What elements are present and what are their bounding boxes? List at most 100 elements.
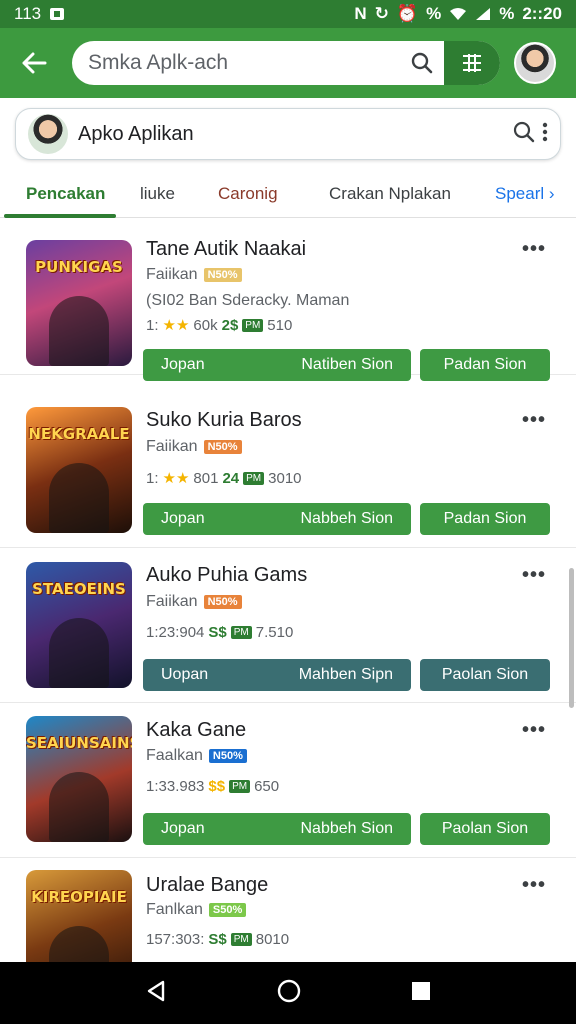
install-button-group[interactable]: Uopan Mahben Sipn bbox=[143, 659, 411, 691]
search-input[interactable]: Smka Aplk-ach bbox=[72, 51, 400, 75]
search-bar[interactable]: Smka Aplk-ach bbox=[72, 41, 500, 85]
nav-back-button[interactable] bbox=[145, 980, 167, 1007]
more-options-button[interactable]: ••• bbox=[522, 564, 546, 587]
app-bar: Smka Aplk-ach bbox=[0, 28, 576, 98]
version-button[interactable]: Nabbeh Sion bbox=[300, 510, 393, 528]
item-meta: 157:303: S$ PM 8010 bbox=[146, 931, 289, 948]
more-options-button[interactable]: ••• bbox=[522, 719, 546, 742]
discount-badge: S50% bbox=[208, 903, 247, 917]
item-title[interactable]: Suko Kuria Baros bbox=[146, 409, 302, 432]
search-icon bbox=[513, 121, 535, 142]
open-button[interactable]: Jopan bbox=[161, 510, 205, 528]
list-item[interactable]: STAEOEINS Auko Puhia Gams Faiikan N50% 1… bbox=[0, 548, 576, 703]
back-button[interactable] bbox=[14, 43, 54, 83]
square-recents-icon bbox=[412, 981, 430, 1000]
item-title[interactable]: Kaka Gane bbox=[146, 719, 246, 742]
card-search-button[interactable] bbox=[512, 120, 536, 149]
wifi-icon bbox=[450, 8, 467, 20]
tab-spearl[interactable]: Spearl › bbox=[495, 170, 555, 218]
app-header-card: Apko Aplikan bbox=[15, 108, 561, 160]
open-button[interactable]: Jopan bbox=[161, 356, 205, 374]
battery-percent-icon: % bbox=[499, 4, 515, 23]
list-item[interactable]: PUNKIGAS Tane Autik Naakai Faiikan N50% … bbox=[0, 220, 576, 381]
circle-home-icon bbox=[277, 979, 301, 1002]
arrow-left-icon bbox=[22, 52, 47, 74]
item-meta: 1: ★★ 60k 2$ PM 510 bbox=[146, 316, 292, 335]
price: $$ bbox=[208, 778, 226, 795]
price: 2$ bbox=[221, 316, 239, 334]
triangle-back-icon bbox=[147, 980, 165, 1001]
developer-name: Faiikan bbox=[146, 438, 198, 455]
version-button[interactable]: Natiben Sion bbox=[301, 356, 393, 374]
version-button[interactable]: Nabbeh Sion bbox=[300, 820, 393, 838]
item-developer: Fanlkan S50% bbox=[146, 901, 247, 919]
version-button[interactable]: Mahben Sipn bbox=[299, 666, 393, 684]
details-button[interactable]: Padan Sion bbox=[420, 349, 550, 381]
list-item[interactable]: NEKGRAALE Suko Kuria Baros Faiikan N50% … bbox=[0, 393, 576, 548]
notification-icon bbox=[50, 8, 65, 20]
search-button[interactable] bbox=[400, 52, 444, 74]
more-options-button[interactable]: ••• bbox=[522, 409, 546, 432]
tab-caronig[interactable]: Caronig bbox=[218, 170, 278, 218]
game-thumbnail[interactable]: STAEOEINS bbox=[26, 562, 132, 688]
game-thumbnail[interactable]: KIREOPIAIE bbox=[26, 870, 132, 962]
discount-badge: N50% bbox=[203, 268, 242, 282]
clock: 2::20 bbox=[522, 4, 562, 23]
details-button[interactable]: Padan Sion bbox=[420, 503, 550, 535]
scrollbar[interactable] bbox=[569, 568, 574, 708]
tab-pencakan[interactable]: Pencakan bbox=[26, 170, 105, 218]
profile-avatar[interactable] bbox=[514, 42, 556, 84]
sync-icon: ↻ bbox=[374, 4, 389, 23]
status-bar: 113 N ↻ ⏰ % % 2::20 bbox=[0, 0, 576, 28]
percent-icon: % bbox=[426, 4, 442, 23]
open-button[interactable]: Uopan bbox=[161, 666, 208, 684]
rating-value: 1:23:904 bbox=[146, 624, 205, 641]
developer-name: Faalkan bbox=[146, 747, 203, 764]
grid-view-button[interactable] bbox=[444, 41, 500, 85]
item-description: (SI02 Ban Sderacky. Maman bbox=[146, 292, 350, 309]
tab-bar: Pencakan liuke Caronig Crakan Nplakan Sp… bbox=[0, 170, 576, 218]
star-icon: ★★ bbox=[162, 470, 190, 487]
system-nav-bar bbox=[0, 962, 576, 1024]
item-title[interactable]: Tane Autik Naakai bbox=[146, 238, 306, 261]
discount-badge: N50% bbox=[203, 595, 242, 609]
nav-home-button[interactable] bbox=[277, 979, 301, 1008]
list-item[interactable]: KIREOPIAIE Uralae Bange Fanlkan S50% 157… bbox=[0, 858, 576, 962]
details-button[interactable]: Paolan Sion bbox=[420, 659, 550, 691]
signal-icon bbox=[476, 8, 491, 20]
character-figure bbox=[49, 772, 109, 842]
item-developer: Faiikan N50% bbox=[146, 438, 242, 456]
install-button-group[interactable]: Jopan Nabbeh Sion bbox=[143, 503, 411, 535]
developer-name: Faiikan bbox=[146, 593, 198, 610]
details-button[interactable]: Paolan Sion bbox=[420, 813, 550, 845]
item-title[interactable]: Auko Puhia Gams bbox=[146, 564, 307, 587]
character-figure bbox=[49, 926, 109, 962]
thumbnail-logo: SEAIUNSAINS bbox=[26, 734, 132, 752]
more-options-button[interactable]: ••• bbox=[522, 874, 546, 897]
install-button-group[interactable]: Jopan Nabbeh Sion bbox=[143, 813, 411, 845]
card-menu-button[interactable] bbox=[542, 121, 548, 148]
more-vert-icon bbox=[542, 122, 548, 141]
thumbnail-logo: KIREOPIAIE bbox=[31, 888, 127, 906]
thumbnail-logo: PUNKIGAS bbox=[35, 258, 123, 276]
size-value: 8010 bbox=[255, 931, 290, 948]
developer-name: Fanlkan bbox=[146, 901, 203, 918]
game-thumbnail[interactable]: PUNKIGAS bbox=[26, 240, 132, 366]
price-tag: PM bbox=[230, 626, 252, 639]
nav-recents-button[interactable] bbox=[411, 981, 431, 1006]
item-meta: 1:33.983 $$ PM 650 bbox=[146, 778, 279, 795]
app-avatar bbox=[28, 114, 68, 154]
item-title[interactable]: Uralae Bange bbox=[146, 874, 268, 897]
character-figure bbox=[49, 463, 109, 533]
game-thumbnail[interactable]: NEKGRAALE bbox=[26, 407, 132, 533]
size-value: 650 bbox=[254, 778, 280, 795]
game-thumbnail[interactable]: SEAIUNSAINS bbox=[26, 716, 132, 842]
install-button-group[interactable]: Jopan Natiben Sion bbox=[143, 349, 411, 381]
list-item[interactable]: SEAIUNSAINS Kaka Gane Faalkan N50% 1:33.… bbox=[0, 703, 576, 858]
open-button[interactable]: Jopan bbox=[161, 820, 205, 838]
character-figure bbox=[49, 618, 109, 688]
tab-crakan-nplakan[interactable]: Crakan Nplakan bbox=[329, 170, 451, 218]
more-options-button[interactable]: ••• bbox=[522, 238, 546, 261]
tab-liuke[interactable]: liuke bbox=[140, 170, 175, 218]
active-tab-indicator bbox=[4, 214, 116, 218]
